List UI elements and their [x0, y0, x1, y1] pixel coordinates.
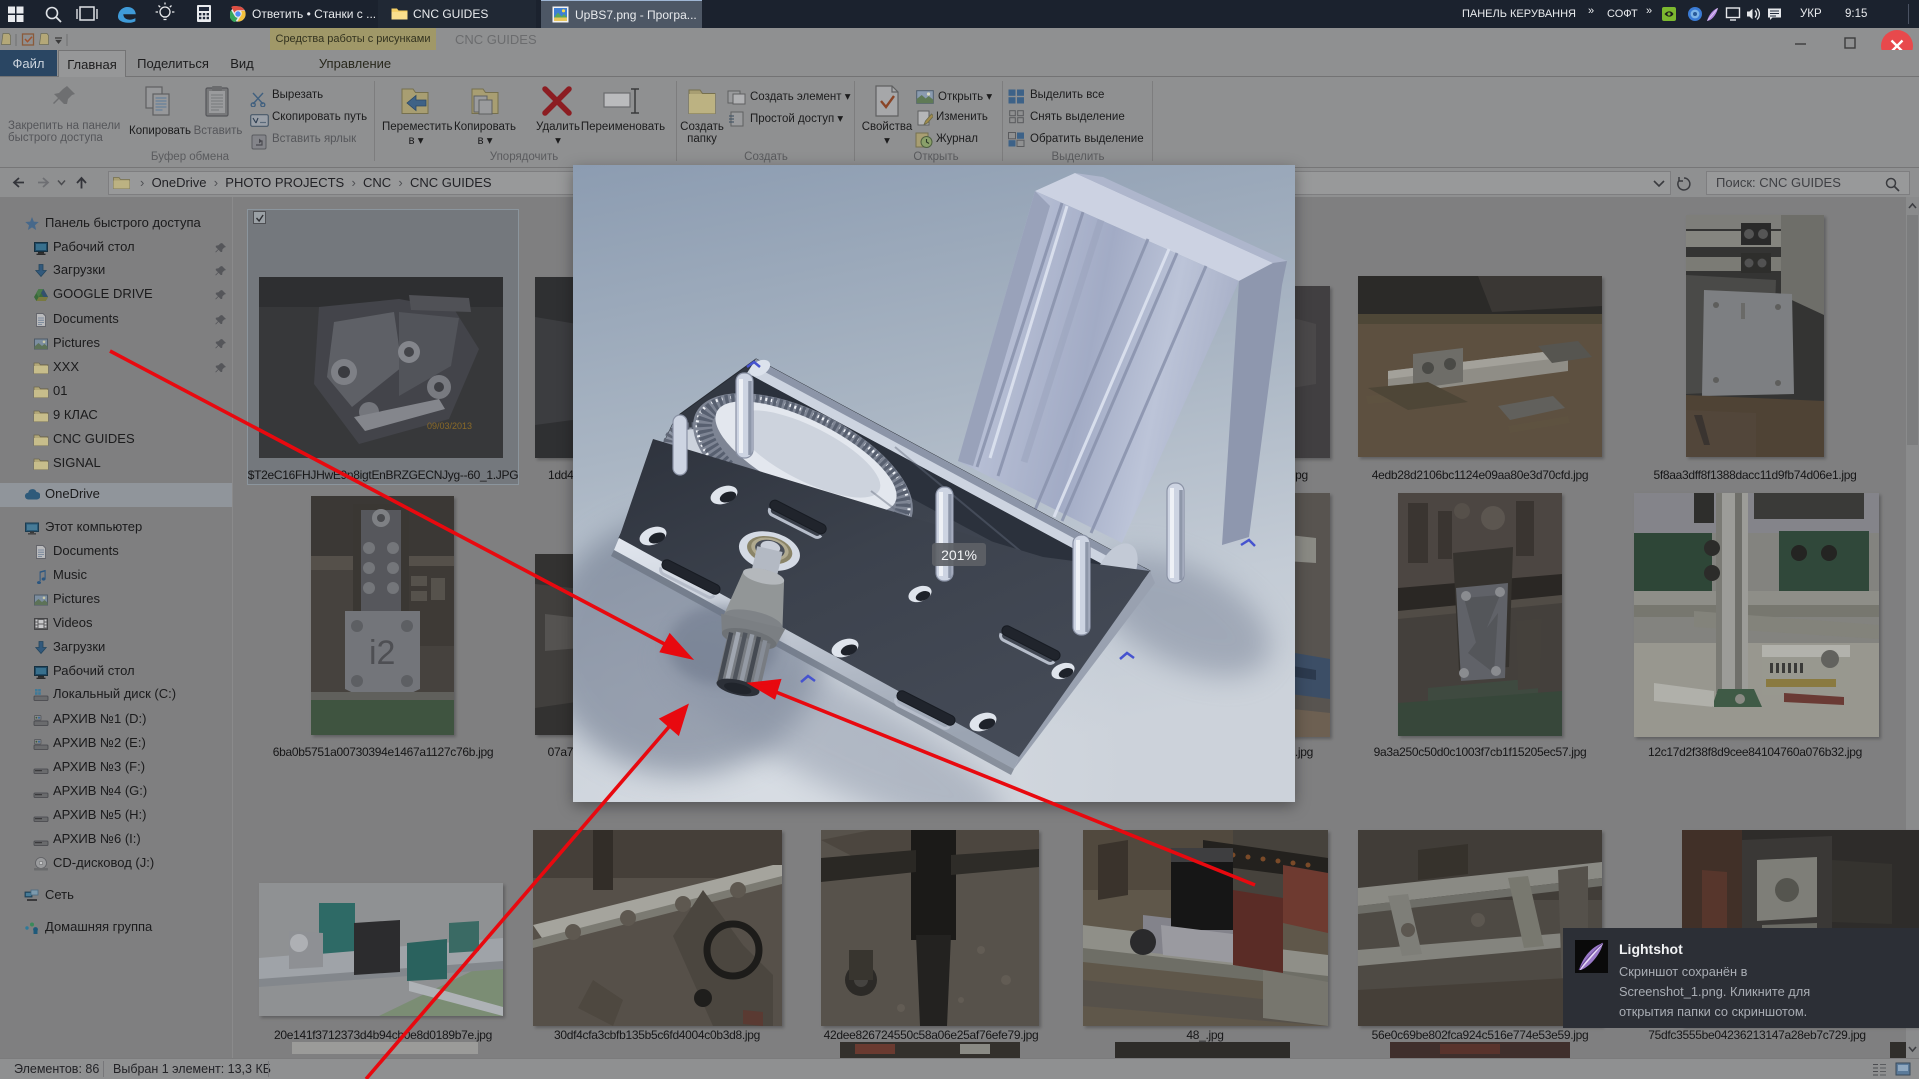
svg-text:201%: 201%: [941, 547, 977, 563]
svg-text:i2: i2: [369, 634, 395, 672]
svg-text:09/03/2013: 09/03/2013: [427, 421, 472, 431]
